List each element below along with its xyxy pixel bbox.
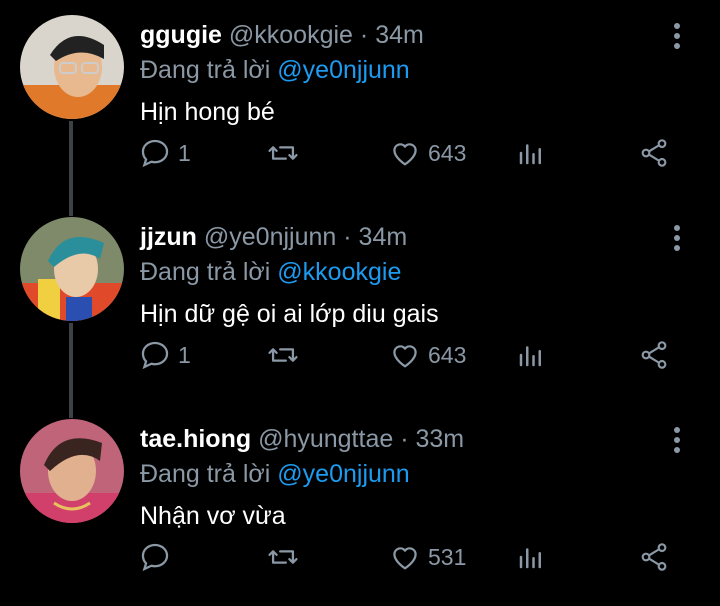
reply-mention[interactable]: @kkookgie (277, 258, 401, 286)
like-icon (388, 540, 422, 574)
reply-context: Đang trả lời @ye0njjunn (140, 55, 410, 85)
reply-icon (138, 540, 172, 574)
user-handle[interactable]: @kkookgie (229, 21, 353, 49)
share-icon (638, 137, 670, 169)
user-handle[interactable]: @ye0njjunn (204, 223, 336, 251)
avatar-image (20, 217, 124, 321)
separator: · (359, 21, 369, 49)
reply-prefix: Đang trả lời (140, 56, 271, 84)
reply-mention[interactable]: @ye0njjunn (277, 56, 409, 84)
action-bar: 531 (138, 539, 698, 575)
stats-icon (516, 542, 546, 572)
separator: · (400, 425, 409, 453)
tweet-header: ggugie @kkookgie · 34m (140, 20, 424, 50)
timestamp[interactable]: 34m (375, 21, 424, 49)
tweet-text: Nhận vơ vừa (140, 502, 286, 530)
like-count: 531 (428, 543, 467, 570)
tweet[interactable]: jjzun @ye0njjunn · 34m Đang trả lời @kko… (0, 202, 720, 404)
display-name[interactable]: ggugie (140, 21, 222, 49)
share-icon (638, 541, 670, 573)
retweet-icon (266, 540, 300, 574)
separator: · (343, 223, 352, 251)
timestamp[interactable]: 33m (416, 425, 465, 453)
tweet-text: Hịn hong bé (140, 98, 275, 126)
like-icon (388, 136, 422, 170)
action-bar: 1 643 (138, 135, 698, 171)
share-icon (638, 339, 670, 371)
stats-icon (516, 138, 546, 168)
tweet[interactable]: ggugie @kkookgie · 34m Đang trả lời @ye0… (0, 0, 720, 202)
more-icon[interactable] (662, 220, 692, 256)
retweet-icon (266, 338, 300, 372)
tweet-header: jjzun @ye0njjunn · 34m (140, 222, 407, 252)
display-name[interactable]: tae.hiong (140, 425, 251, 453)
stats-button[interactable] (516, 539, 546, 575)
like-icon (388, 338, 422, 372)
like-count: 643 (428, 341, 467, 368)
display-name[interactable]: jjzun (140, 223, 197, 251)
tweet-header: tae.hiong @hyungttae · 33m (140, 424, 464, 454)
like-count: 643 (428, 139, 467, 166)
reply-count: 1 (178, 139, 191, 166)
reply-button[interactable]: 1 (138, 337, 191, 373)
like-button[interactable]: 643 (388, 337, 466, 373)
reply-context: Đang trả lời @ye0njjunn (140, 459, 410, 489)
reply-button[interactable]: 1 (138, 135, 191, 171)
avatar[interactable] (20, 217, 124, 321)
like-button[interactable]: 531 (388, 539, 466, 575)
retweet-button[interactable] (266, 135, 300, 171)
avatar[interactable] (20, 419, 124, 523)
reply-button[interactable] (138, 539, 178, 575)
reply-prefix: Đang trả lời (140, 258, 271, 286)
reply-count: 1 (178, 341, 191, 368)
more-icon[interactable] (662, 18, 692, 54)
stats-icon (516, 340, 546, 370)
retweet-button[interactable] (266, 337, 300, 373)
tweet[interactable]: tae.hiong @hyungttae · 33m Đang trả lời … (0, 404, 720, 606)
timestamp[interactable]: 34m (359, 223, 408, 251)
user-handle[interactable]: @hyungttae (258, 425, 393, 453)
reply-context: Đang trả lời @kkookgie (140, 257, 401, 287)
reply-prefix: Đang trả lời (140, 460, 271, 488)
stats-button[interactable] (516, 337, 546, 373)
share-button[interactable] (638, 539, 670, 575)
more-icon[interactable] (662, 422, 692, 458)
avatar-image (20, 419, 124, 523)
reply-icon (138, 338, 172, 372)
retweet-button[interactable] (266, 539, 300, 575)
reply-icon (138, 136, 172, 170)
avatar-image (20, 15, 124, 119)
tweet-text: Hịn dữ gệ oi ai lớp diu gais (140, 300, 439, 328)
retweet-icon (266, 136, 300, 170)
reply-mention[interactable]: @ye0njjunn (277, 460, 409, 488)
action-bar: 1 643 (138, 337, 698, 373)
like-button[interactable]: 643 (388, 135, 466, 171)
share-button[interactable] (638, 135, 670, 171)
avatar[interactable] (20, 15, 124, 119)
share-button[interactable] (638, 337, 670, 373)
stats-button[interactable] (516, 135, 546, 171)
